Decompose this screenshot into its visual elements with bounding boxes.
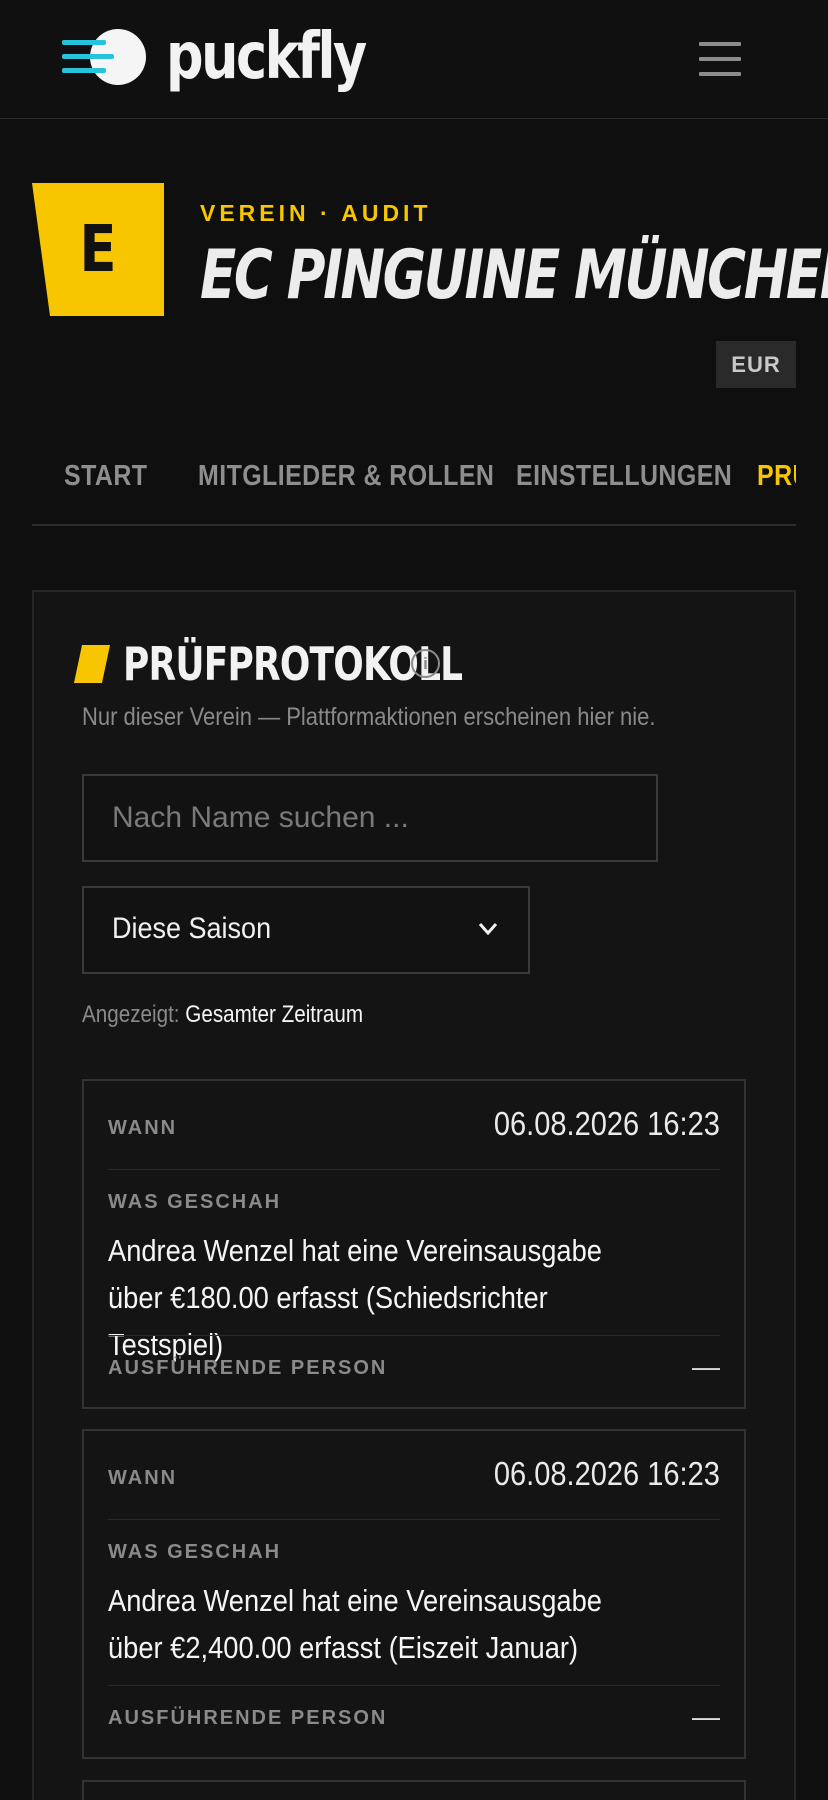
section-subtitle: Nur dieser Verein — Plattformaktionen er… — [82, 703, 656, 731]
club-eyebrow: VEREIN · AUDIT — [200, 200, 432, 226]
tab-settings[interactable]: EINSTELLUNGEN — [516, 460, 732, 493]
page: puckfly E VEREIN · AUDIT EC PINGUINE MÜN… — [0, 0, 828, 1800]
search-field — [82, 774, 658, 862]
club-name: EC PINGUINE MÜNCHEN E.V. — [200, 236, 828, 315]
audit-entry: WANN 06.08.2026 16:23 WAS GESCHAH Andrea… — [82, 1429, 746, 1759]
top-bar: puckfly — [0, 0, 828, 119]
what-value: Andrea Wenzel hat eine Vereinsausgabe üb… — [108, 1583, 602, 1665]
brand-name: puckfly — [166, 20, 367, 94]
search-input[interactable] — [84, 776, 656, 860]
actor-value: — — [692, 1351, 720, 1382]
when-label: WANN — [108, 1467, 178, 1489]
club-badge-letter: E — [79, 212, 117, 287]
currency-badge: EUR — [716, 341, 796, 388]
what-label: WAS GESCHAH — [108, 1191, 282, 1213]
tab-audit[interactable]: PRÜ — [757, 460, 796, 493]
actor-label: AUSFÜHRENDE PERSON — [108, 1357, 388, 1379]
period-select-value: Diese Saison — [112, 912, 272, 945]
brand-logo[interactable]: puckfly — [62, 22, 408, 92]
actor-value: — — [692, 1701, 720, 1732]
when-value: 06.08.2026 16:23 — [493, 1455, 720, 1492]
shown-range-label: Angezeigt: — [82, 1001, 180, 1028]
hamburger-menu-icon[interactable] — [699, 42, 741, 76]
shown-range: Angezeigt: Gesamter Zeitraum — [82, 1001, 363, 1029]
when-label: WANN — [108, 1117, 178, 1139]
period-select[interactable]: Diese Saison — [82, 886, 530, 974]
audit-entry: WANN 06.08.2026 16:23 WAS GESCHAH Andrea… — [82, 1079, 746, 1409]
puck-logo-icon — [62, 22, 146, 92]
tab-start[interactable]: START — [64, 460, 147, 493]
what-value: Andrea Wenzel hat eine Vereinsausgabe üb… — [108, 1233, 602, 1362]
chevron-down-icon — [478, 923, 498, 936]
actor-label: AUSFÜHRENDE PERSON — [108, 1707, 388, 1729]
audit-entry-partial — [82, 1780, 746, 1800]
info-icon[interactable]: i — [411, 649, 440, 678]
what-label: WAS GESCHAH — [108, 1541, 282, 1563]
tab-members-roles[interactable]: MITGLIEDER & ROLLEN — [198, 460, 494, 493]
club-tabs: START MITGLIEDER & ROLLEN EINSTELLUNGEN … — [32, 440, 796, 526]
shown-range-value: Gesamter Zeitraum — [185, 1001, 364, 1028]
when-value: 06.08.2026 16:23 — [493, 1105, 720, 1142]
club-badge: E — [32, 183, 164, 316]
